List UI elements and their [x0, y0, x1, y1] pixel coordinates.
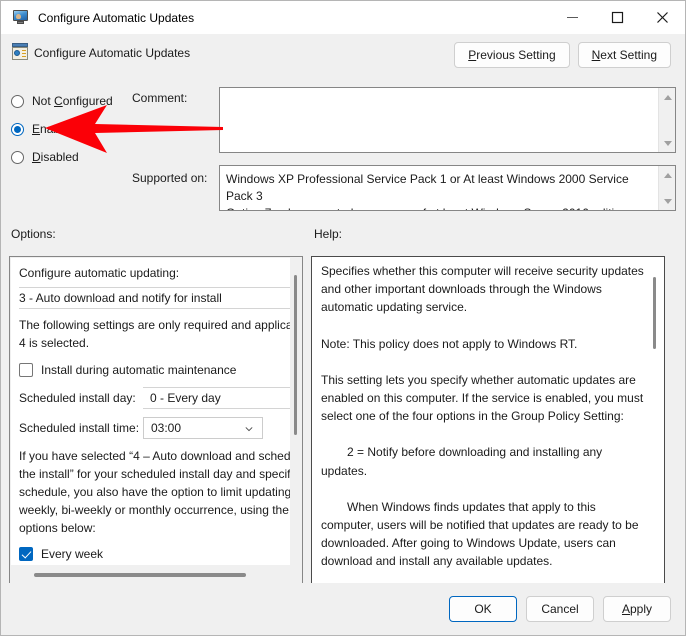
supported-on-line-2: Option 7 only supported on servers of at… — [226, 205, 655, 210]
help-paragraph: This setting lets you specify whether au… — [321, 372, 644, 424]
setting-title: Configure Automatic Updates — [34, 46, 191, 60]
scheduled-install-time-row: Scheduled install time: 03:00 — [19, 417, 290, 439]
weekly-schedule-line-2: the install” for your scheduled install … — [19, 467, 290, 481]
help-panel[interactable]: Specifies whether this computer will rec… — [311, 256, 665, 584]
radio-option-disabled[interactable]: Disabled — [11, 143, 136, 171]
policy-state-radio-group: Not Configured Enabled Disabled — [11, 87, 136, 171]
supported-on-label: Supported on: — [132, 171, 208, 185]
chevron-up-icon — [663, 94, 672, 100]
weekly-schedule-line-1: If you have selected “4 – Auto download … — [19, 449, 290, 463]
configure-automatic-updates-dialog: Configure Automatic Updates Configure Au… — [0, 0, 686, 636]
supported-on-value: Windows XP Professional Service Pack 1 o… — [226, 171, 655, 210]
help-vertical-scrollbar[interactable] — [653, 277, 656, 349]
computer-monitor-icon — [12, 10, 29, 25]
weekly-schedule-paragraph: If you have selected “4 – Auto download … — [19, 447, 290, 537]
supported-on-line-1: Windows XP Professional Service Pack 1 o… — [226, 172, 629, 203]
chevron-down-icon — [245, 427, 253, 432]
install-during-maintenance-label: Install during automatic maintenance — [41, 363, 237, 377]
title-bar: Configure Automatic Updates — [1, 1, 685, 34]
help-paragraph: Specifies whether this computer will rec… — [321, 264, 644, 315]
next-setting-label: ext Setting — [600, 48, 657, 62]
minimize-button[interactable] — [550, 1, 595, 34]
close-icon — [657, 12, 668, 23]
maximize-button[interactable] — [595, 1, 640, 34]
radio-disabled-icon[interactable] — [11, 150, 24, 164]
every-week-row[interactable]: Every week — [19, 547, 290, 561]
apply-accel: A — [621, 602, 630, 616]
configure-updating-value: 3 - Auto download and notify for install — [19, 291, 222, 305]
configure-updating-dropdown[interactable]: 3 - Auto download and notify for install — [19, 287, 290, 309]
dialog-action-buttons: OK Cancel Apply — [449, 596, 671, 622]
comment-label: Comment: — [132, 91, 188, 105]
options-panel: Configure automatic updating: 3 - Auto d… — [9, 256, 303, 584]
weekly-schedule-line-4: weekly, bi-weekly or monthly occurrence,… — [19, 503, 289, 517]
minimize-icon — [567, 17, 578, 18]
weekly-schedule-line-3: schedule, you also have the option to li… — [19, 485, 290, 499]
install-during-maintenance-row[interactable]: Install during automatic maintenance — [19, 363, 290, 377]
options-section-label: Options: — [11, 227, 56, 241]
chevron-down-icon — [663, 140, 672, 146]
scheduled-install-day-row: Scheduled install day: 0 - Every day — [19, 387, 290, 409]
every-week-checkbox[interactable] — [19, 547, 33, 561]
state-and-metadata-pane: Not Configured Enabled Disabled Comment:… — [1, 79, 685, 218]
setting-header: Configure Automatic Updates Previous Set… — [1, 34, 685, 78]
scheduled-install-day-label: Scheduled install day: — [19, 391, 136, 405]
supported-on-textbox[interactable]: Windows XP Professional Service Pack 1 o… — [219, 165, 676, 211]
apply-button[interactable]: Apply — [603, 596, 671, 622]
chevron-up-icon — [663, 172, 672, 178]
scheduled-install-day-value: 0 - Every day — [150, 391, 221, 405]
options-content: Configure automatic updating: 3 - Auto d… — [19, 264, 290, 565]
scheduled-install-day-dropdown[interactable]: 0 - Every day — [143, 387, 290, 409]
maximize-icon — [611, 11, 624, 24]
weekly-schedule-line-5: options below: — [19, 521, 96, 535]
supported-on-scroll-up-button[interactable] — [659, 167, 675, 183]
radio-not-configured-label: Not Configured — [32, 94, 113, 108]
comment-textbox[interactable] — [219, 87, 676, 153]
options-horizontal-scrollbar[interactable] — [34, 573, 246, 577]
applicability-note: The following settings are only required… — [19, 316, 290, 352]
help-paragraph: When Windows finds updates that apply to… — [321, 499, 639, 569]
radio-option-not-configured[interactable]: Not Configured — [11, 87, 136, 115]
applicability-note-line-2: 4 is selected. — [19, 336, 90, 350]
supported-on-scrollbar[interactable] — [658, 166, 675, 210]
radio-enabled-label: Enabled — [32, 122, 77, 136]
previous-setting-button[interactable]: Previous Setting — [454, 42, 570, 68]
dialog-footer: OK Cancel Apply — [1, 583, 685, 635]
comment-scrollbar[interactable] — [658, 88, 675, 152]
options-scroll-viewport[interactable]: Configure automatic updating: 3 - Auto d… — [11, 258, 290, 565]
comment-scroll-down-button[interactable] — [659, 135, 675, 151]
previous-setting-label: revious Setting — [476, 48, 556, 62]
setting-nav-buttons: Previous Setting Next Setting — [454, 42, 671, 68]
radio-not-configured-icon[interactable] — [11, 94, 24, 108]
chevron-down-icon — [663, 198, 672, 204]
scheduled-install-time-label: Scheduled install time: — [19, 421, 140, 435]
ok-button[interactable]: OK — [449, 596, 517, 622]
radio-disabled-label: Disabled — [32, 150, 79, 164]
window-title: Configure Automatic Updates — [38, 10, 195, 25]
cancel-button[interactable]: Cancel — [526, 596, 594, 622]
supported-on-scroll-down-button[interactable] — [659, 193, 675, 209]
comment-scroll-up-button[interactable] — [659, 89, 675, 105]
help-paragraph: Note: This policy does not apply to Wind… — [321, 336, 578, 351]
every-week-label: Every week — [41, 547, 104, 561]
scheduled-install-time-dropdown[interactable]: 03:00 — [143, 417, 263, 439]
help-section-label: Help: — [314, 227, 343, 241]
help-paragraph: 2 = Notify before downloading and instal… — [321, 445, 603, 478]
close-button[interactable] — [640, 1, 685, 34]
apply-label: pply — [630, 602, 653, 616]
scheduled-install-time-value: 03:00 — [151, 421, 182, 435]
help-content: Specifies whether this computer will rec… — [321, 262, 651, 583]
options-vertical-scrollbar[interactable] — [294, 275, 297, 435]
install-during-maintenance-checkbox[interactable] — [19, 363, 33, 377]
applicability-note-line-1: The following settings are only required… — [19, 318, 290, 332]
configure-updating-label: Configure automatic updating: — [19, 266, 180, 280]
next-setting-accel: N — [591, 48, 601, 62]
next-setting-button[interactable]: Next Setting — [577, 42, 671, 68]
radio-option-enabled[interactable]: Enabled — [11, 115, 136, 143]
radio-enabled-icon[interactable] — [11, 122, 24, 136]
group-policy-setting-icon — [12, 43, 28, 60]
